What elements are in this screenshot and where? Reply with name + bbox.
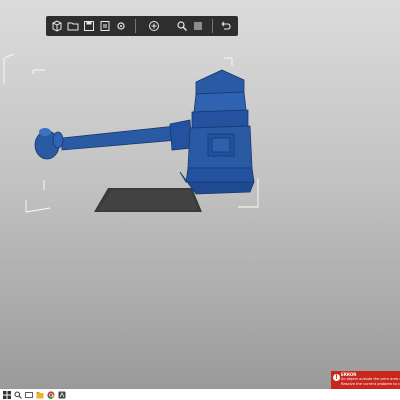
error-message-line2: Resolve the current problem to continue … bbox=[341, 381, 400, 386]
export-icon[interactable] bbox=[98, 19, 112, 33]
os-taskbar bbox=[0, 389, 400, 400]
hammer-handle bbox=[61, 125, 179, 151]
toolbar-divider bbox=[135, 19, 136, 33]
taskview-icon[interactable] bbox=[24, 390, 33, 399]
hammer-model[interactable] bbox=[0, 0, 400, 400]
error-notification[interactable]: ! ERROR An object outside the print area… bbox=[331, 371, 400, 389]
windows-icon[interactable] bbox=[2, 390, 11, 399]
top-toolbar bbox=[46, 16, 238, 36]
save-icon[interactable] bbox=[82, 19, 96, 33]
layers-icon[interactable] bbox=[191, 19, 205, 33]
undo-icon[interactable] bbox=[218, 19, 232, 33]
hammer-head-top bbox=[195, 69, 245, 95]
search-icon[interactable] bbox=[13, 390, 22, 399]
folder-icon[interactable] bbox=[66, 19, 80, 33]
search-icon[interactable] bbox=[175, 19, 189, 33]
error-message-line1: An object outside the print area was det… bbox=[341, 377, 400, 381]
explorer-icon[interactable] bbox=[35, 390, 44, 399]
gear-icon[interactable] bbox=[114, 19, 128, 33]
plus-icon[interactable] bbox=[147, 19, 161, 33]
chrome-icon[interactable] bbox=[46, 390, 55, 399]
3d-viewport[interactable]: ! ERROR An object outside the print area… bbox=[0, 0, 400, 400]
error-icon: ! bbox=[333, 374, 340, 381]
box-icon[interactable] bbox=[50, 19, 64, 33]
app-icon[interactable] bbox=[57, 390, 66, 399]
toolbar-divider bbox=[212, 19, 213, 33]
